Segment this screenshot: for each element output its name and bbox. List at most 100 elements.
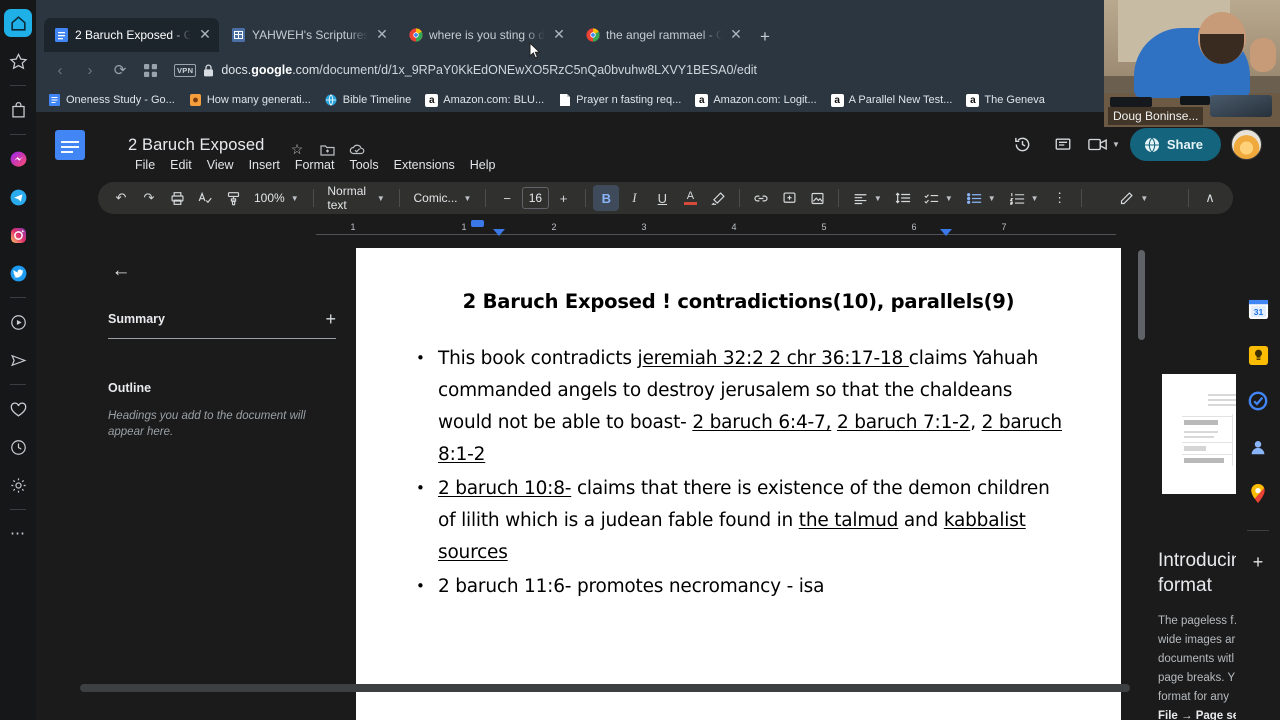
scrollbar-thumb[interactable] [1138, 250, 1145, 340]
document-page[interactable]: 2 Baruch Exposed ! contradictions(10), p… [356, 248, 1121, 720]
opera-telegram-button[interactable] [4, 183, 32, 211]
menu-edit[interactable]: Edit [164, 156, 198, 174]
document-canvas[interactable]: 2 Baruch Exposed ! contradictions(10), p… [356, 248, 1146, 720]
bookmark-the-geneva[interactable]: a The Geneva [960, 92, 1051, 109]
participant-name-label: Doug Boninse... [1108, 107, 1204, 125]
avatar[interactable] [1231, 129, 1262, 160]
ruler-label: 3 [641, 222, 647, 232]
paragraph-style-dropdown[interactable]: Normal text ▼ [321, 184, 390, 212]
align-dropdown[interactable]: ▼ [847, 185, 888, 211]
opera-shopping-button[interactable] [4, 96, 32, 124]
keep-icon[interactable] [1245, 342, 1271, 368]
spelling-check-button[interactable] [192, 185, 218, 211]
tab-2-baruch-exposed[interactable]: 2 Baruch Exposed - Google ✕ [44, 18, 219, 52]
more-options-button[interactable]: ⋮ [1047, 185, 1073, 211]
opera-history-button[interactable] [4, 433, 32, 461]
insert-link-button[interactable] [748, 185, 774, 211]
opera-send-button[interactable] [4, 346, 32, 374]
version-history-icon[interactable] [1008, 130, 1038, 160]
bold-button[interactable]: B [593, 185, 620, 211]
text-color-button[interactable]: A [677, 185, 703, 211]
opera-twitter-button[interactable] [4, 259, 32, 287]
meet-button[interactable]: ▼ [1088, 130, 1120, 160]
contacts-icon[interactable] [1245, 434, 1271, 460]
calendar-icon[interactable]: 31 [1245, 296, 1271, 322]
bookmark-bible-timeline[interactable]: Bible Timeline [319, 92, 417, 109]
insert-image-button[interactable] [804, 185, 830, 211]
comment-icon[interactable] [1048, 130, 1078, 160]
bookmark-parallel-new-testament[interactable]: a A Parallel New Test... [825, 92, 959, 109]
highlight-color-button[interactable] [705, 185, 731, 211]
line-spacing-button[interactable] [890, 185, 916, 211]
editing-mode-dropdown[interactable]: ▼ [1113, 185, 1154, 211]
opera-player-button[interactable] [4, 308, 32, 336]
zoom-video-overlay[interactable]: Doug Boninse... [1104, 0, 1280, 127]
menu-help[interactable]: Help [464, 156, 502, 174]
new-tab-button[interactable]: + [752, 22, 778, 52]
tasks-icon[interactable] [1245, 388, 1271, 414]
first-line-indent-marker[interactable] [471, 220, 484, 227]
menu-extensions[interactable]: Extensions [388, 156, 461, 174]
opera-instagram-button[interactable] [4, 221, 32, 249]
paint-format-button[interactable] [220, 185, 246, 211]
menu-insert[interactable]: Insert [243, 156, 286, 174]
tab-yahwehs-scriptures[interactable]: YAHWEH's Scriptures with ✕ [221, 18, 396, 52]
checklist-dropdown[interactable]: ▼ [918, 185, 959, 211]
opera-more-button[interactable]: ⋯ [4, 520, 32, 548]
bookmark-prayer-n-fasting[interactable]: Prayer n fasting req... [552, 92, 687, 109]
numbered-list-dropdown[interactable]: ▼ [1004, 185, 1045, 211]
redo-button[interactable]: ↷ [136, 185, 162, 211]
get-add-ons-button[interactable]: + [1245, 549, 1271, 575]
menu-format[interactable]: Format [289, 156, 341, 174]
italic-button[interactable]: I [621, 185, 647, 211]
forward-button[interactable]: › [76, 57, 104, 83]
bulleted-list-dropdown[interactable]: ▼ [961, 185, 1002, 211]
bookmark-oneness-study[interactable]: Oneness Study - Go... [42, 92, 181, 109]
tab-close-button[interactable]: ✕ [197, 27, 213, 43]
speed-dial-button[interactable] [136, 57, 164, 83]
opera-messenger-button[interactable] [4, 145, 32, 173]
add-comment-button[interactable] [776, 185, 802, 211]
decrease-font-size-button[interactable]: − [494, 185, 520, 211]
share-button[interactable]: Share [1129, 128, 1221, 161]
paint-format-icon [227, 191, 239, 205]
page-horizontal-scrollbar[interactable] [72, 683, 1280, 694]
tab-close-button[interactable]: ✕ [374, 27, 390, 43]
tab-the-angel-rammael[interactable]: the angel rammael - Goog ✕ [575, 18, 750, 52]
opera-home-button[interactable] [4, 9, 32, 37]
reload-button[interactable]: ⟳ [106, 57, 134, 83]
font-size-input[interactable]: 16 [522, 187, 549, 209]
add-summary-button[interactable]: + [325, 310, 336, 328]
docs-header-actions: ▼ Share [1008, 128, 1262, 161]
collapse-toolbar-button[interactable]: ∧ [1197, 185, 1223, 211]
back-button[interactable]: ‹ [46, 57, 74, 83]
horizontal-ruler[interactable]: 1 1 2 3 4 5 6 7 [316, 220, 1116, 238]
maps-icon[interactable] [1245, 480, 1271, 506]
menu-tools[interactable]: Tools [343, 156, 384, 174]
undo-button[interactable]: ↶ [108, 185, 134, 211]
scrollbar-thumb[interactable] [80, 684, 1130, 692]
tab-close-button[interactable]: ✕ [551, 27, 567, 43]
bookmark-how-many-generations[interactable]: How many generati... [183, 92, 317, 109]
left-indent-marker[interactable] [493, 229, 505, 236]
opera-favorites-button[interactable] [4, 47, 32, 75]
opera-favorites-heart-button[interactable] [4, 395, 32, 423]
increase-font-size-button[interactable]: + [551, 185, 577, 211]
font-family-dropdown[interactable]: Comic... ▼ [408, 185, 478, 211]
close-outline-button[interactable]: ← [108, 258, 134, 284]
menu-file[interactable]: File [129, 156, 161, 174]
font-family-value: Comic... [413, 191, 458, 205]
tab-close-button[interactable]: ✕ [728, 27, 744, 43]
zoom-level-dropdown[interactable]: 100% ▼ [248, 185, 305, 211]
underline-button[interactable]: U [649, 185, 675, 211]
print-button[interactable] [164, 185, 190, 211]
bookmark-amazon-blu[interactable]: a Amazon.com: BLU... [419, 92, 550, 109]
right-indent-marker[interactable] [940, 229, 952, 236]
document-vertical-scrollbar[interactable] [1137, 248, 1146, 720]
bookmark-amazon-logitech[interactable]: a Amazon.com: Logit... [689, 92, 822, 109]
document-title[interactable]: 2 Baruch Exposed [128, 136, 264, 155]
tab-where-is-you-sting-o-death[interactable]: where is you sting o death ✕ [398, 18, 573, 52]
opera-settings-button[interactable] [4, 471, 32, 499]
menu-view[interactable]: View [201, 156, 240, 174]
vpn-badge[interactable]: VPN [174, 63, 197, 77]
